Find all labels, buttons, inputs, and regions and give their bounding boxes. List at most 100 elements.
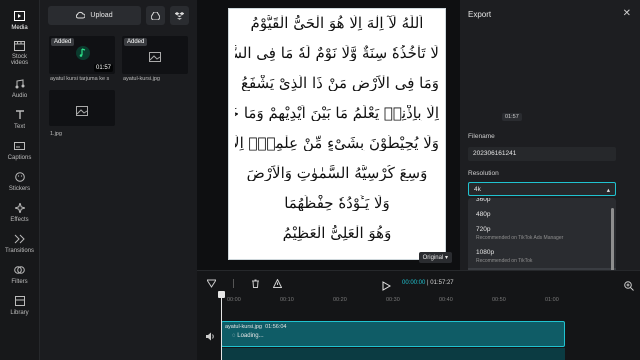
sidebar-item-label: Filters [11, 279, 28, 285]
zoom-fit-icon[interactable] [624, 278, 634, 296]
clip-duration: 01:56:04 [265, 324, 287, 330]
stickers-icon [14, 171, 26, 183]
google-drive-button[interactable] [146, 6, 165, 25]
export-title: Export [468, 10, 492, 19]
option-label: 1080p [476, 249, 495, 256]
clip-name: ayatul-kursi.jpg [225, 324, 262, 330]
media-thumb-image[interactable] [49, 90, 115, 126]
select-tool-icon[interactable] [206, 278, 216, 288]
dropbox-icon [174, 7, 185, 25]
resolution-option[interactable]: 480p [468, 207, 616, 222]
play-button[interactable] [382, 278, 392, 296]
export-panel: Export ✕ 01:57 Filename 202306161241 Res… [460, 0, 640, 307]
filters-icon [14, 264, 26, 276]
audio-waveform[interactable] [221, 348, 565, 360]
media-thumb-image[interactable]: Added [122, 36, 188, 74]
sidebar-item-label: Stickers [8, 186, 31, 192]
preview-area: اَللّٰهُ لَآ اِلٰهَ اِلَّا هُوَ الْحَیُّ… [197, 0, 460, 270]
media-item-name: ayatul-kursi.jpg [123, 76, 160, 82]
added-badge: Added [51, 38, 75, 46]
resolution-value: 4k [474, 186, 481, 193]
option-label: 360p [476, 198, 491, 203]
upload-button[interactable]: Upload [48, 6, 141, 25]
resolution-option[interactable]: 360p [468, 198, 616, 207]
warning-icon[interactable] [272, 278, 282, 288]
close-icon[interactable]: ✕ [623, 8, 631, 19]
stock-videos-icon [14, 41, 26, 51]
sidebar-item-library[interactable]: Library [0, 285, 39, 316]
filename-label: Filename [468, 133, 495, 140]
verse-line: وَهُوَ الْعَلِیُّ الْعَظِیْمُ [282, 225, 392, 241]
clip-info: ayatul-kursi.jpg 01:56:04 [225, 324, 286, 330]
delete-icon[interactable] [250, 278, 260, 288]
resolution-option[interactable]: 1080p Recommended on TikTok [468, 245, 616, 268]
resolution-option[interactable]: 720p Recommended on TikTok Ads Manager [468, 222, 616, 245]
sidebar-item-media[interactable]: Media [0, 0, 39, 31]
image-icon [149, 49, 161, 67]
sidebar-item-captions[interactable]: Captions [0, 130, 39, 161]
playhead[interactable] [221, 291, 222, 360]
audio-icon [14, 78, 26, 90]
media-item-name: ayatul kursi tarjuma ke s [50, 76, 110, 82]
preview-canvas[interactable]: اَللّٰهُ لَآ اِلٰهَ اِلَّا هُوَ الْحَیُّ… [228, 8, 446, 260]
ruler-tick: 00:50 [492, 297, 506, 303]
verse-line: وَلَا یَـُٔوْدُهٗ حِفْظُهُمَا [284, 195, 390, 211]
verse-line: وَسِعَ كُرْسِیُّهُ السَّمٰوٰتِ وَالْاَرْ… [246, 165, 428, 181]
resolution-select[interactable]: 4k ▴ [468, 182, 616, 196]
upload-label: Upload [90, 12, 113, 19]
upload-row: Upload [48, 6, 189, 25]
music-note-icon [76, 46, 90, 65]
sidebar-item-audio[interactable]: Audio [0, 68, 39, 99]
verse-line: اَللّٰهُ لَآ اِلٰهَ اِلَّا هُوَ الْحَیُّ… [250, 15, 424, 31]
verse-line: وَمَا فِی الْاَرْضِ مَنْ ذَا الَّذِیْ یَ… [235, 75, 439, 91]
verse-line: لَا تَاْخُذُهٗ سِنَةٌ وَّلَا نَوْمٌ لَهٗ… [235, 45, 439, 61]
sidebar-item-transitions[interactable]: Transitions [0, 223, 39, 254]
ruler-tick: 00:00 [227, 297, 241, 303]
ruler-tick: 00:20 [333, 297, 347, 303]
filename-input[interactable]: 202306161241 [468, 147, 616, 161]
current-time: 00:00:00 [402, 280, 426, 286]
playhead-handle[interactable] [218, 291, 225, 298]
captions-icon [14, 140, 26, 152]
dropdown-scrollbar[interactable] [611, 208, 614, 278]
verse-line: وَلَا یُحِیْطُوْنَ بِشَیْءٍ مِّنْ عِلْمِ… [235, 135, 439, 151]
clip-loading: ◌ Loading... [232, 333, 264, 339]
timeline-ruler[interactable]: 00:00 00:10 00:20 00:30 00:40 00:50 01:0… [219, 295, 640, 307]
track-audio-icon[interactable] [205, 328, 215, 346]
export-preview-time: 01:57 [502, 113, 522, 121]
ruler-tick: 01:00 [545, 297, 559, 303]
chevron-up-icon: ▴ [606, 187, 610, 194]
media-item-name: 1.jpg [50, 131, 62, 137]
option-label: 720p [476, 226, 491, 233]
transitions-icon [14, 233, 26, 245]
effects-icon [14, 202, 26, 214]
sidebar-item-text[interactable]: Text [0, 99, 39, 130]
upload-icon [76, 11, 86, 21]
media-thumb-video[interactable]: Added 01:57 [49, 36, 115, 74]
tool-rail: Media Stock videos Audio Text Captions S… [0, 0, 40, 360]
timecode: 00:00:00 | 01:57:27 [402, 280, 454, 286]
original-ratio-button[interactable]: Original ▾ [418, 252, 452, 263]
sidebar-item-label: Effects [10, 217, 29, 223]
split-icon[interactable] [228, 278, 238, 288]
sidebar-item-label: Transitions [4, 248, 35, 254]
sidebar-item-label: Library [10, 310, 29, 316]
dropbox-button[interactable] [170, 6, 189, 25]
video-clip[interactable]: ayatul-kursi.jpg 01:56:04 ◌ Loading... [221, 321, 565, 347]
ruler-tick: 00:40 [439, 297, 453, 303]
ruler-tick: 00:30 [386, 297, 400, 303]
sidebar-item-filters[interactable]: Filters [0, 254, 39, 285]
sidebar-item-label: Stock videos [10, 54, 29, 66]
resolution-label: Resolution [468, 170, 499, 177]
sidebar-item-effects[interactable]: Effects [0, 192, 39, 223]
sidebar-item-label: Audio [11, 93, 28, 99]
clip-status: Loading... [237, 333, 264, 339]
sidebar-item-stock-videos[interactable]: Stock videos [0, 31, 39, 66]
sidebar-item-stickers[interactable]: Stickers [0, 161, 39, 192]
option-sub: Recommended on TikTok [476, 258, 533, 264]
verse-line: اِلَّا بِاِذْنِهٖ یَعْلَمُ مَا بَیْنَ اَ… [235, 105, 439, 121]
sidebar-item-label: Captions [7, 155, 32, 161]
media-icon [14, 10, 26, 22]
added-badge: Added [124, 38, 148, 46]
text-icon [14, 109, 26, 121]
